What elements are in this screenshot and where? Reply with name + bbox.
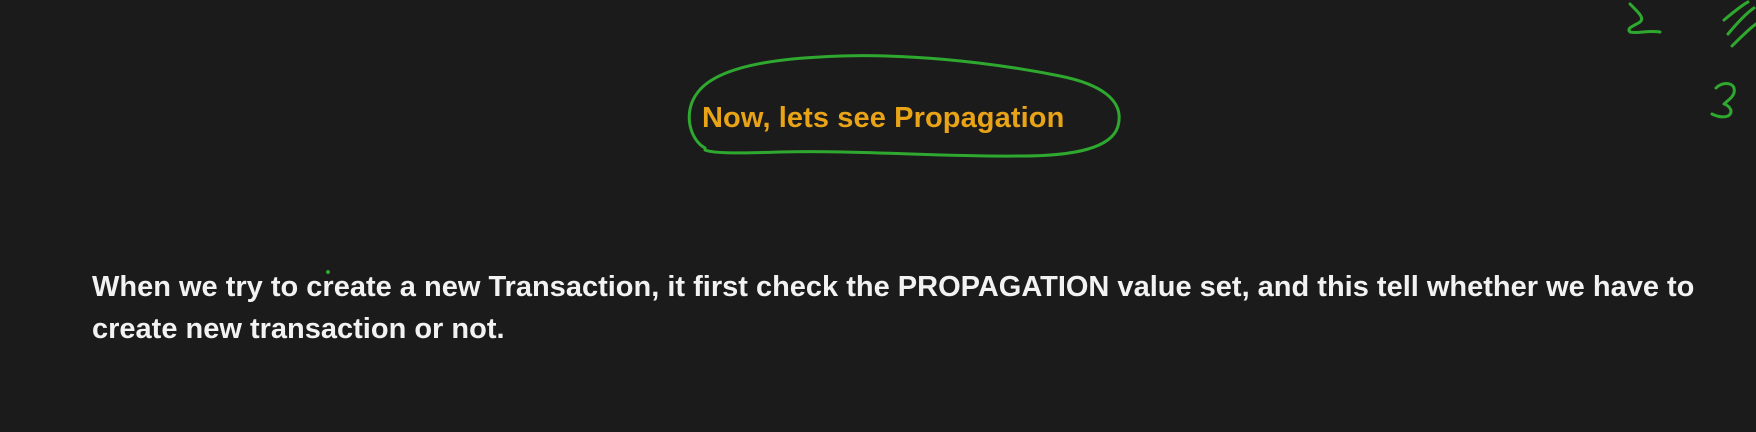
annotation-layer (687, 0, 1756, 158)
slide-body-text: When we try to create a new Transaction,… (92, 271, 1695, 345)
slide-heading: Now, lets see Propagation (702, 102, 1065, 134)
scribble-annotation-3 (1710, 82, 1736, 119)
scribble-annotation-2 (1722, 0, 1756, 48)
slide: Now, lets see Propagation When we try to… (0, 0, 1756, 432)
scribble-annotation-1 (1627, 2, 1662, 35)
